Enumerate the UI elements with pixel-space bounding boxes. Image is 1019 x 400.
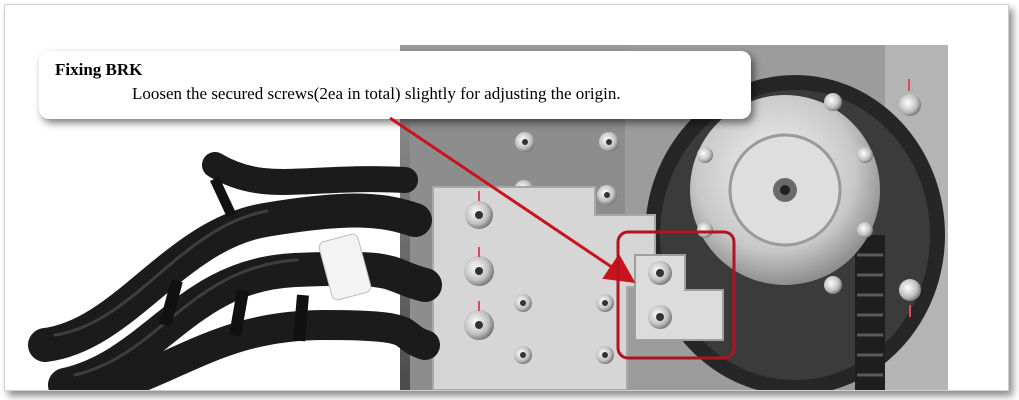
cable-label: [318, 233, 372, 301]
figure-frame: Fixing BRK Loosen the secured screws(2ea…: [4, 4, 1009, 391]
callout-title: Fixing BRK: [55, 60, 143, 79]
callout-body: Loosen the secured screws(2ea in total) …: [132, 84, 621, 103]
callout-box: Fixing BRK Loosen the secured screws(2ea…: [39, 51, 751, 119]
